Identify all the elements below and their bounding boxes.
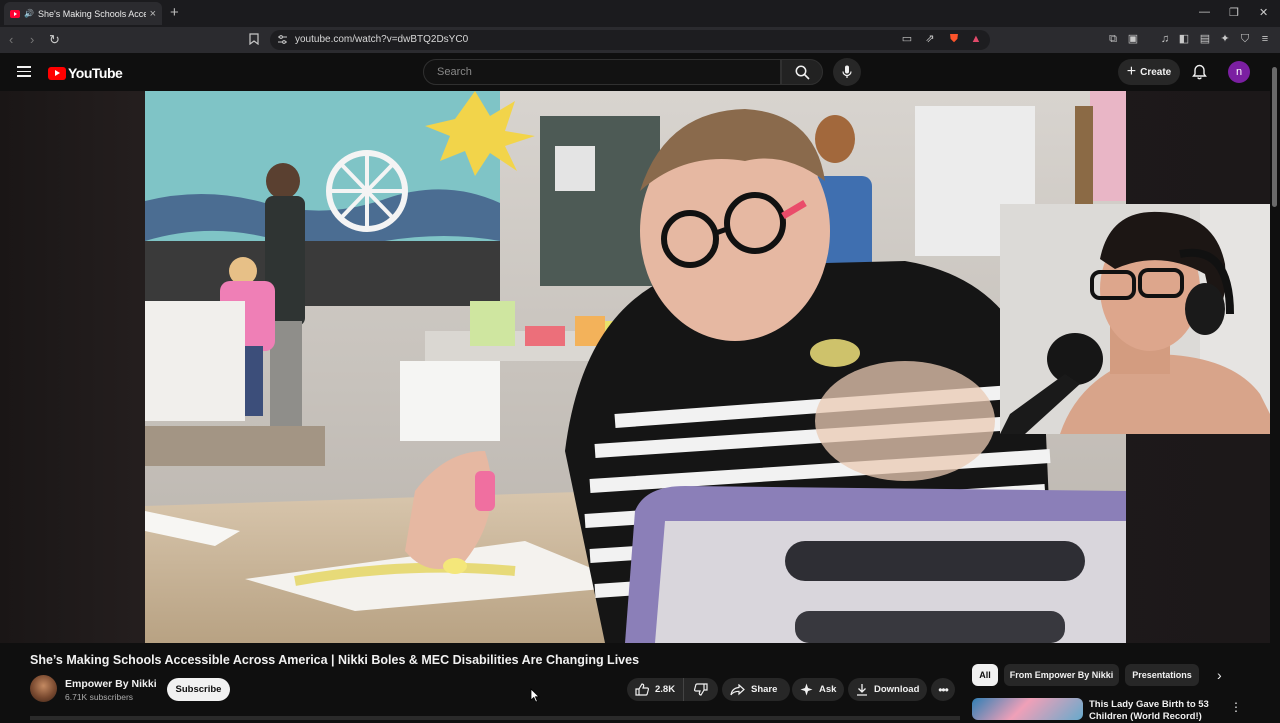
back-icon[interactable]: ‹ xyxy=(9,32,13,47)
browser-tab-bar: 🔊 She's Making Schools Accessi × + — ❐ ✕ xyxy=(0,0,1280,27)
share-button[interactable]: Share xyxy=(722,678,790,701)
download-icon xyxy=(857,684,867,696)
like-button[interactable]: 2.8K xyxy=(627,678,685,701)
more-actions-icon[interactable]: ••• xyxy=(931,678,955,701)
ask-label: Ask xyxy=(819,684,837,695)
logo-text: YouTube xyxy=(68,65,123,81)
minimize-icon[interactable]: — xyxy=(1199,6,1210,18)
scrollbar-thumb[interactable] xyxy=(1272,67,1277,207)
webcam-overlay xyxy=(1000,204,1280,434)
thumbs-down-icon xyxy=(694,683,708,696)
account-avatar[interactable]: n xyxy=(1228,61,1250,83)
video-frame-image xyxy=(145,91,1126,643)
browser-tab[interactable]: 🔊 She's Making Schools Accessi × xyxy=(4,2,162,25)
create-label: Create xyxy=(1140,66,1172,78)
microphone-icon xyxy=(842,65,852,78)
notifications-bell-icon[interactable] xyxy=(1192,64,1207,80)
ask-button[interactable]: Ask xyxy=(792,678,844,701)
chip-from-channel[interactable]: From Empower By Nikki xyxy=(1004,664,1119,686)
like-dislike-group: 2.8K xyxy=(627,678,718,701)
voice-search-button[interactable] xyxy=(833,58,861,86)
youtube-header: YouTube + Create n xyxy=(0,53,1280,91)
share-label: Share xyxy=(751,684,778,695)
recommendation-thumbnail[interactable] xyxy=(972,698,1083,720)
create-button[interactable]: + Create xyxy=(1118,59,1180,85)
restore-icon[interactable]: ❐ xyxy=(1229,6,1239,19)
tab-search-icon[interactable]: ▣ xyxy=(1127,33,1139,45)
vpn-icon[interactable]: ⛉ xyxy=(1239,33,1251,45)
plus-icon: + xyxy=(1126,63,1137,80)
tab-close-icon[interactable]: × xyxy=(150,8,156,20)
share-page-icon[interactable]: ⇗ xyxy=(924,33,936,45)
tab-title: She's Making Schools Accessi xyxy=(37,8,146,19)
leo-ai-icon[interactable]: ✦ xyxy=(1219,33,1231,45)
channel-name[interactable]: Empower By Nikki xyxy=(65,678,157,690)
recommendation-title[interactable]: This Lady Gave Birth to 53 Children (Wor… xyxy=(1089,699,1219,723)
page-scrollbar[interactable] xyxy=(1270,53,1280,720)
dislike-button[interactable] xyxy=(684,678,714,701)
media-icon[interactable]: ♫ xyxy=(1159,33,1171,45)
description-box-edge xyxy=(30,716,960,720)
guide-menu-icon[interactable] xyxy=(17,66,31,77)
chip-presentations[interactable]: Presentations xyxy=(1125,664,1199,686)
youtube-logo[interactable]: YouTube xyxy=(48,65,123,81)
video-player[interactable] xyxy=(145,91,1126,643)
brave-shield-icon[interactable]: ⛊ xyxy=(948,33,960,45)
speaker-icon[interactable]: 🔊 xyxy=(24,9,34,18)
youtube-favicon-icon xyxy=(10,9,20,18)
sparkle-icon xyxy=(800,683,813,696)
webcam-image xyxy=(1000,204,1280,434)
chip-all[interactable]: All xyxy=(972,664,998,686)
site-info-icon[interactable] xyxy=(276,34,288,46)
mouse-cursor-icon xyxy=(530,688,540,703)
channel-avatar[interactable] xyxy=(30,675,57,702)
search-box[interactable] xyxy=(423,59,781,85)
search-icon xyxy=(795,65,810,80)
sidebar-icon[interactable]: ◧ xyxy=(1178,33,1190,45)
menu-icon[interactable]: ≡ xyxy=(1259,33,1271,45)
search-button[interactable] xyxy=(781,59,823,85)
url-text: youtube.com/watch?v=dwBTQ2DsYC0 xyxy=(295,34,469,45)
forward-icon[interactable]: › xyxy=(30,32,34,47)
address-bar[interactable]: youtube.com/watch?v=dwBTQ2DsYC0 xyxy=(270,30,990,50)
brave-rewards-icon[interactable]: ▲ xyxy=(970,33,982,45)
thumbs-up-icon xyxy=(635,683,649,696)
extensions-icon[interactable]: ⧉ xyxy=(1107,33,1119,45)
video-title: She’s Making Schools Accessible Across A… xyxy=(30,653,640,667)
subscriber-count: 6.71K subscribers xyxy=(65,692,134,702)
reload-icon[interactable]: ↻ xyxy=(49,32,60,48)
new-tab-button[interactable]: + xyxy=(170,4,179,21)
cast-icon[interactable]: ▭ xyxy=(901,33,913,45)
browser-toolbar: ‹ › ↻ youtube.com/watch?v=dwBTQ2DsYC0 ▭ … xyxy=(0,27,1280,53)
download-label: Download xyxy=(874,684,920,695)
close-window-icon[interactable]: ✕ xyxy=(1259,6,1268,19)
like-count: 2.8K xyxy=(655,684,676,695)
search-input[interactable] xyxy=(424,60,780,84)
wallet-icon[interactable]: ▤ xyxy=(1199,33,1211,45)
share-icon xyxy=(730,683,745,695)
youtube-play-icon xyxy=(48,66,66,80)
download-button[interactable]: Download xyxy=(848,678,927,701)
chevron-right-icon[interactable]: › xyxy=(1217,667,1222,683)
bookmark-icon[interactable] xyxy=(248,33,260,46)
subscribe-button[interactable]: Subscribe xyxy=(167,678,230,701)
recommendation-more-icon[interactable]: ⋮ xyxy=(1230,700,1242,714)
